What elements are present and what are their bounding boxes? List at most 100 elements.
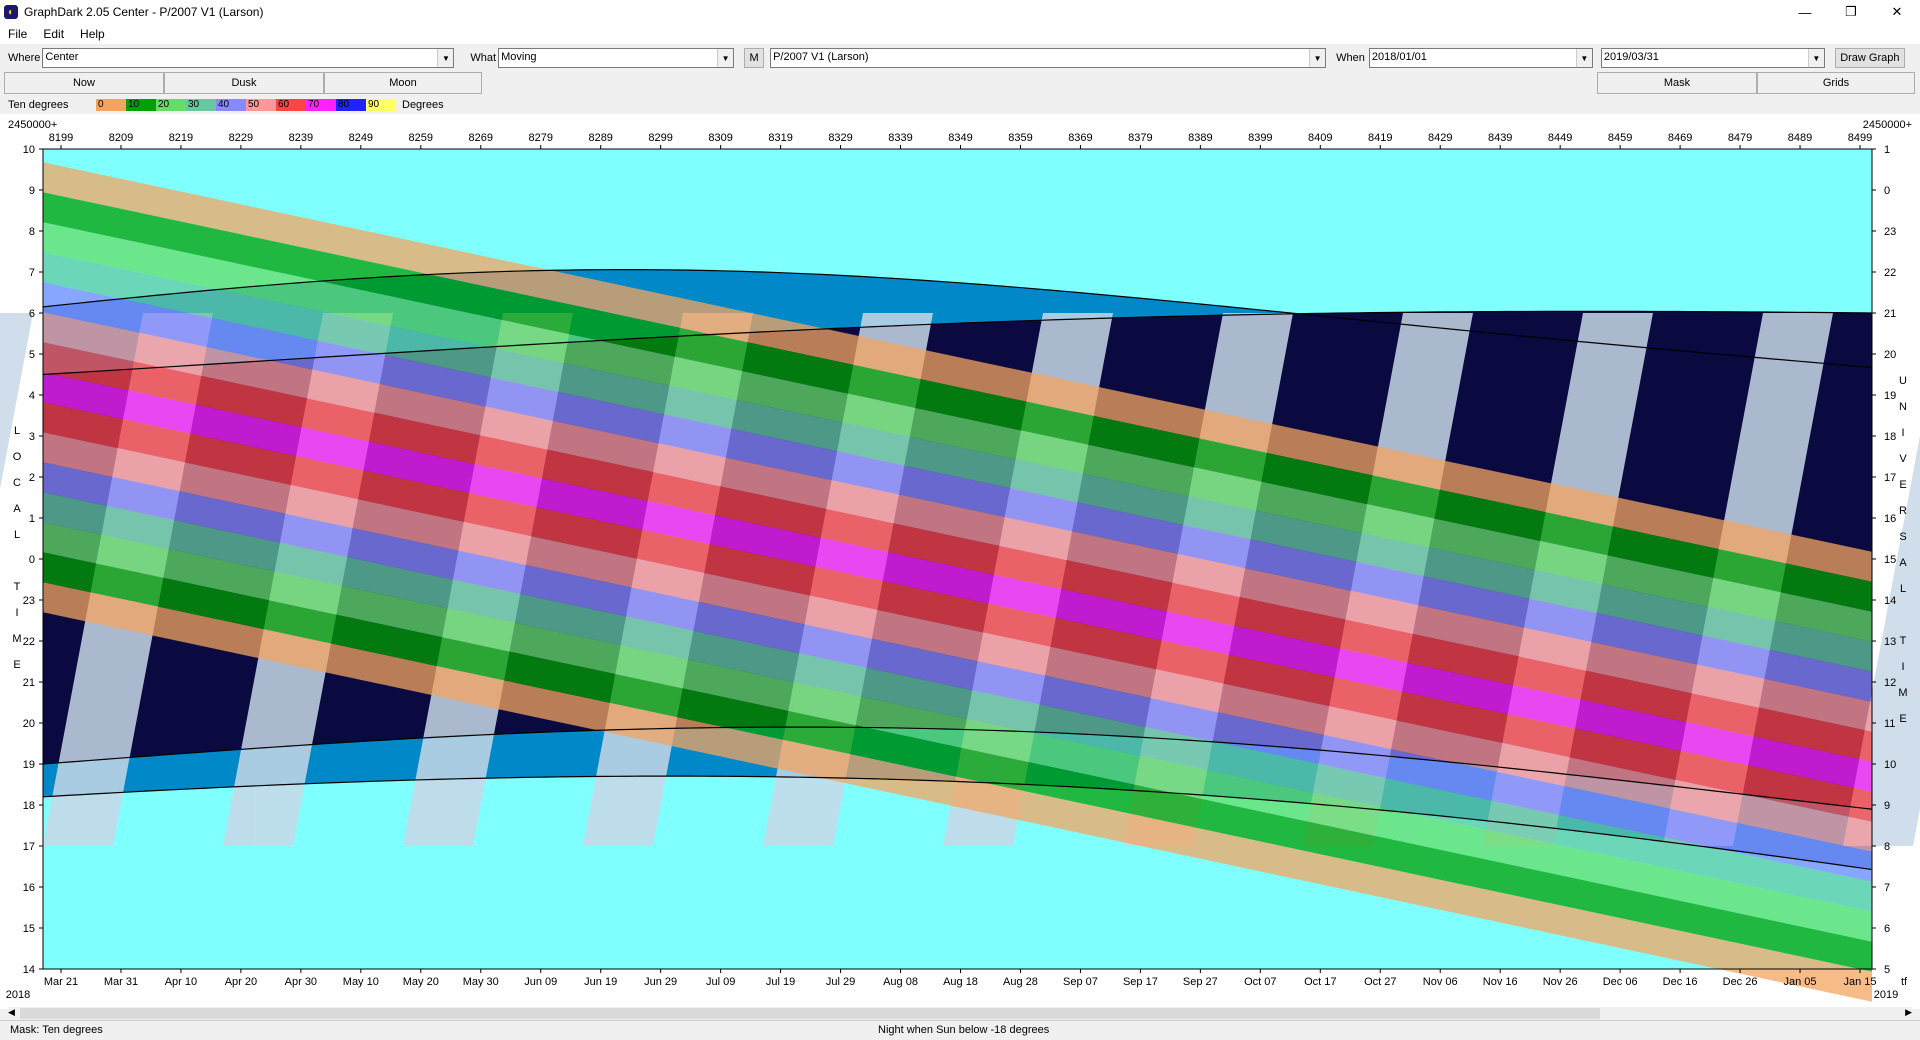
jd-tick-label: 8409 — [1308, 132, 1332, 144]
where-value: Center — [45, 51, 79, 63]
right-axis-letter: A — [1899, 557, 1907, 569]
left-tick-label: 4 — [29, 390, 35, 402]
when-end-select[interactable]: 2019/03/31 ▼ — [1600, 48, 1825, 68]
left-tick-label: 21 — [23, 677, 35, 689]
date-tick-label: Oct 27 — [1364, 976, 1396, 988]
date-tick-label: Nov 16 — [1483, 976, 1518, 988]
right-tick-label: 22 — [1884, 267, 1896, 279]
jd-tick-label: 8209 — [109, 132, 133, 144]
menu-edit[interactable]: Edit — [35, 27, 72, 41]
jd-tick-label: 8429 — [1428, 132, 1452, 144]
jd-tick-label: 8459 — [1608, 132, 1632, 144]
scroll-left-icon[interactable]: ◀ — [8, 1007, 15, 1018]
tab-mask[interactable]: Mask — [1597, 72, 1757, 94]
left-axis-letter: C — [13, 477, 21, 489]
jd-tick-label: 8279 — [528, 132, 552, 144]
horizontal-scrollbar[interactable]: ◀ ▶ — [8, 1007, 1912, 1020]
jd-tick-label: 8389 — [1188, 132, 1212, 144]
left-tick-label: 2 — [29, 472, 35, 484]
chevron-down-icon[interactable]: ▼ — [437, 49, 454, 67]
left-tick-label: 3 — [29, 431, 35, 443]
what-value: Moving — [501, 51, 537, 63]
date-tick-label: Aug 08 — [883, 976, 918, 988]
date-tick-label: Sep 17 — [1123, 976, 1158, 988]
legend-swatch: 30 — [186, 99, 216, 111]
tab-now[interactable]: Now — [4, 72, 164, 94]
right-axis-letter: E — [1899, 713, 1906, 725]
right-tick-label: 12 — [1884, 677, 1896, 689]
chevron-down-icon[interactable]: ▼ — [1807, 49, 1824, 67]
right-tick-label: 10 — [1884, 759, 1896, 771]
m-button[interactable]: M — [744, 48, 765, 68]
left-tick-label: 14 — [23, 964, 35, 976]
right-tick-label: 16 — [1884, 513, 1896, 525]
jd-tick-label: 8299 — [648, 132, 672, 144]
jd-tick-label: 8249 — [349, 132, 373, 144]
chevron-down-icon[interactable]: ▼ — [717, 49, 734, 67]
right-tick-label: 15 — [1884, 554, 1896, 566]
year-right: 2019 — [1874, 989, 1898, 1001]
menu-file[interactable]: File — [0, 27, 35, 41]
what-label: What — [470, 52, 497, 64]
jd-tick-label: 8199 — [49, 132, 73, 144]
chevron-down-icon[interactable]: ▼ — [1575, 49, 1592, 67]
date-tick-label: Sep 27 — [1183, 976, 1218, 988]
status-mask: Mask: Ten degrees — [10, 1024, 103, 1036]
legend-swatch: 80 — [336, 99, 366, 111]
date-tick-label: Oct 17 — [1304, 976, 1336, 988]
right-axis-letter: N — [1899, 401, 1907, 413]
minimize-button[interactable]: — — [1782, 0, 1828, 24]
date-tick-label: Jun 29 — [644, 976, 677, 988]
left-tick-label: 22 — [23, 636, 35, 648]
right-tick-label: 18 — [1884, 431, 1896, 443]
year-left: 2018 — [6, 989, 30, 1001]
jd-tick-label: 8349 — [948, 132, 972, 144]
jd-tick-label: 8469 — [1668, 132, 1692, 144]
when-start-select[interactable]: 2018/01/01 ▼ — [1368, 48, 1593, 68]
date-tick-label: Nov 26 — [1543, 976, 1578, 988]
object-select[interactable]: P/2007 V1 (Larson) ▼ — [770, 48, 1327, 68]
jd-offset-right: 2450000+ — [1863, 119, 1912, 131]
date-tick-label: Jul 19 — [766, 976, 795, 988]
left-tick-label: 19 — [23, 759, 35, 771]
date-tick-label: Oct 07 — [1244, 976, 1276, 988]
jd-tick-label: 8239 — [289, 132, 313, 144]
chevron-down-icon[interactable]: ▼ — [1309, 49, 1326, 67]
what-select[interactable]: Moving ▼ — [498, 48, 735, 68]
right-tick-label: 8 — [1884, 841, 1890, 853]
date-tick-label: May 30 — [463, 976, 499, 988]
date-tick-label: Jan 15 — [1843, 976, 1876, 988]
scroll-right-icon[interactable]: ▶ — [1905, 1007, 1912, 1018]
left-tick-label: 0 — [29, 554, 35, 566]
right-tick-label: 17 — [1884, 472, 1896, 484]
jd-tick-label: 8369 — [1068, 132, 1092, 144]
left-axis-letter: A — [13, 503, 21, 515]
draw-graph-button[interactable]: Draw Graph — [1834, 48, 1905, 68]
right-axis-letter: I — [1901, 661, 1904, 673]
jd-offset-left: 2450000+ — [8, 119, 57, 131]
legend-swatch: 40 — [216, 99, 246, 111]
jd-tick-label: 8329 — [828, 132, 852, 144]
left-tick-label: 5 — [29, 349, 35, 361]
menu-help[interactable]: Help — [72, 27, 113, 41]
tab-grids[interactable]: Grids — [1757, 72, 1915, 94]
left-tick-label: 23 — [23, 595, 35, 607]
legend-swatch: 70 — [306, 99, 336, 111]
date-tick-label: Nov 06 — [1423, 976, 1458, 988]
tab-moon[interactable]: Moon — [324, 72, 482, 94]
left-tick-label: 18 — [23, 800, 35, 812]
jd-tick-label: 8439 — [1488, 132, 1512, 144]
tab-dusk[interactable]: Dusk — [164, 72, 324, 94]
date-tick-label: Apr 20 — [225, 976, 257, 988]
close-button[interactable]: ✕ — [1874, 0, 1920, 24]
right-tick-label: 21 — [1884, 308, 1896, 320]
toolbar: Where Center ▼ What Moving ▼ M P/2007 V1… — [0, 46, 1920, 70]
jd-tick-label: 8489 — [1788, 132, 1812, 144]
where-select[interactable]: Center ▼ — [42, 48, 455, 68]
right-tick-label: 14 — [1884, 595, 1896, 607]
scroll-thumb[interactable] — [20, 1008, 1600, 1019]
date-tick-label: Aug 28 — [1003, 976, 1038, 988]
right-tick-label: 19 — [1884, 390, 1896, 402]
right-axis-letter: E — [1899, 479, 1906, 491]
restore-button[interactable]: ❐ — [1828, 0, 1874, 24]
